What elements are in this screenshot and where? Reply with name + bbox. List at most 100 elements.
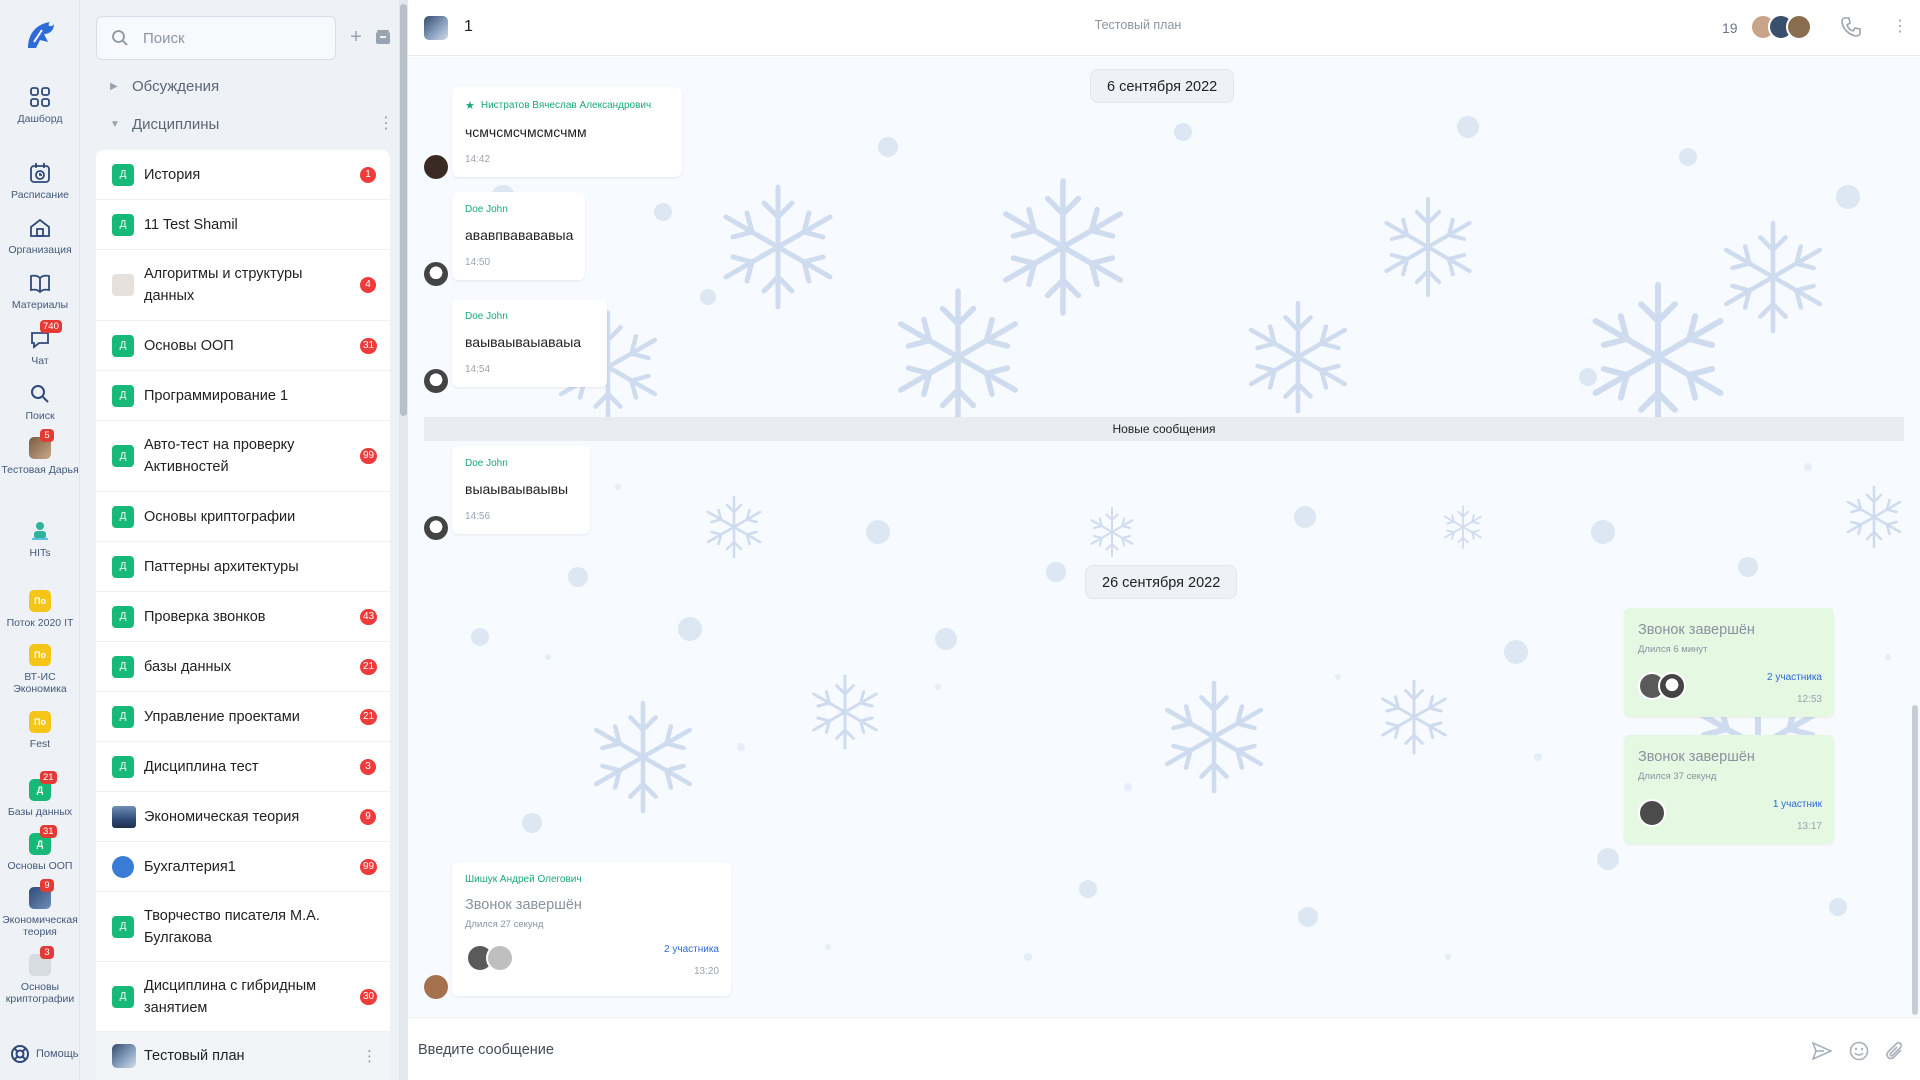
list-item-active[interactable]: Тестовый план ⋮ [96,1032,390,1080]
rail-dashboard[interactable]: Дашборд [0,84,80,125]
chat-scrollbar[interactable] [1910,57,1920,1017]
list-item[interactable]: Д Управление проектами 21 [96,692,390,742]
avatar[interactable] [424,262,448,286]
date-separator: 26 сентября 2022 [1085,565,1238,599]
unread-badge: 9 [360,808,376,825]
rail-search[interactable]: Поиск [0,381,80,422]
call-participants[interactable]: 1 участник [1773,799,1822,810]
message-author[interactable]: Doe John [465,311,594,322]
dashboard-icon [27,84,53,110]
call-ended-card[interactable]: Шишук Андрей Олегович Звонок завершён Дл… [452,862,731,996]
call-ended-card[interactable]: Звонок завершён Длился 37 секунд 1 участ… [1624,735,1834,844]
discipline-avatar: Д [112,705,134,728]
more-vertical-icon[interactable]: ⋮ [1892,16,1908,36]
list-item[interactable]: Д Авто-тест на проверку Активностей 99 [96,421,390,492]
group-disciplines[interactable]: ▼ Дисциплины [110,116,219,133]
list-item[interactable]: Д 11 Test Shamil [96,200,390,250]
rail-badge: 9 [40,879,54,892]
list-item-label: Программирование 1 [144,387,289,404]
list-item-label: Алгоритмы и структуры данных [144,266,303,304]
list-item-label: Экономическая теория [144,808,300,825]
message-author[interactable]: Шишук Андрей Олегович [465,874,718,885]
search-icon [112,30,128,46]
message-bubble: Doe John ваываываыаваыа 14:54 [452,299,607,387]
rail-label: Дашборд [17,113,63,125]
list-item[interactable]: Экономическая теория 9 [96,792,390,842]
rail-badge: 21 [40,771,57,784]
list-item[interactable]: Д Проверка звонков 43 [96,592,390,642]
rail-stream-2020[interactable]: По Поток 2020 IT [0,588,80,629]
list-item[interactable]: Д базы данных 21 [96,642,390,692]
add-icon[interactable]: + [347,27,365,47]
rail-economics[interactable]: 9 Экономическая теория [0,879,80,938]
message-input[interactable] [418,1036,1718,1064]
rail-label: Материалы [11,299,69,311]
list-item[interactable]: Д Программирование 1 [96,371,390,421]
scrollbar-thumb[interactable] [400,4,407,416]
more-vertical-icon[interactable]: ⋮ [378,116,394,132]
call-participant-avatars [1638,799,1666,827]
avatar [1658,672,1686,700]
rail-label: Чат [31,355,49,367]
more-vertical-icon[interactable]: ⋮ [362,1047,377,1065]
discipline-avatar: Д [112,605,134,628]
archive-icon[interactable] [374,28,392,46]
message-author[interactable]: Doe John [465,204,572,215]
list-item-label: 11 Test Shamil [144,216,238,233]
rail-label: Организация [8,244,72,256]
discipline-avatar: Д [112,755,134,778]
new-messages-divider: Новые сообщения [424,417,1904,441]
member-avatars[interactable] [1750,14,1812,40]
help-button[interactable]: Помощь [10,1044,79,1064]
send-icon[interactable] [1811,1040,1833,1062]
avatar[interactable] [424,516,448,540]
phone-icon[interactable] [1840,16,1862,38]
group-discussions[interactable]: ▶ Обсуждения [110,78,219,95]
rail-schedule[interactable]: Расписание [0,160,80,201]
call-duration: Длился 37 секунд [1638,771,1717,782]
avatar[interactable] [424,369,448,393]
rail-oop[interactable]: Д 31 Основы ООП [0,825,80,872]
list-item[interactable]: Бухгалтерия1 99 [96,842,390,892]
rail-test-darya[interactable]: 5 Тестовая Дарья [0,429,80,476]
panel-scrollbar[interactable] [399,0,408,1080]
list-item[interactable]: Д Основы ООП 31 [96,321,390,371]
list-item[interactable]: Д История 1 [96,150,390,200]
scrollbar-thumb[interactable] [1912,705,1918,1015]
rail-fest[interactable]: По Fest [0,709,80,750]
spartan-helmet-logo[interactable] [22,18,58,54]
chevron-right-icon: ▶ [110,81,118,92]
message-text: выаываываывы [465,481,569,497]
group-avatar: По [29,644,51,666]
rail-hits[interactable]: HITs [0,518,80,559]
discipline-avatar: Д [112,655,134,678]
call-participants[interactable]: 2 участника [1767,672,1822,683]
composer [408,1017,1920,1080]
list-item[interactable]: Д Дисциплина тест 3 [96,742,390,792]
chat-header: 1 Тестовый план 19 ⋮ [408,0,1920,56]
avatar[interactable] [424,975,448,999]
list-item[interactable]: Д Творчество писателя М.А. Булгакова [96,892,390,962]
rail-databases[interactable]: Д 21 Базы данных [0,771,80,818]
list-item[interactable]: Д Дисциплина с гибридным занятием 30 [96,962,390,1032]
discipline-avatar: Д [112,915,134,938]
rail-organization[interactable]: Организация [0,215,80,256]
paperclip-icon[interactable] [1884,1040,1906,1062]
rail-chat[interactable]: 740 Чат [0,320,80,367]
rail-crypto[interactable]: 3 Основы криптографии [0,946,80,1005]
call-ended-card[interactable]: Звонок завершён Длился 6 минут 2 участни… [1624,608,1834,717]
call-participants[interactable]: 2 участника [664,944,719,955]
emoji-icon[interactable] [1848,1040,1870,1062]
message-author[interactable]: ★ Нистратов Вячеслав Александрович [465,99,669,112]
search-input[interactable] [143,29,293,47]
list-item[interactable]: Д Паттерны архитектуры [96,542,390,592]
rail-materials[interactable]: Материалы [0,270,80,311]
rail-vt-is[interactable]: По ВТ-ИС Экономика [0,642,80,695]
list-item[interactable]: Д Основы криптографии [96,492,390,542]
list-item[interactable]: Алгоритмы и структуры данных 4 [96,250,390,321]
avatar: 5 [27,429,54,461]
avatar[interactable] [424,155,448,179]
message-author[interactable]: Doe John [465,458,577,469]
member-count[interactable]: 19 [1722,20,1738,36]
unread-badge: 43 [360,608,378,625]
